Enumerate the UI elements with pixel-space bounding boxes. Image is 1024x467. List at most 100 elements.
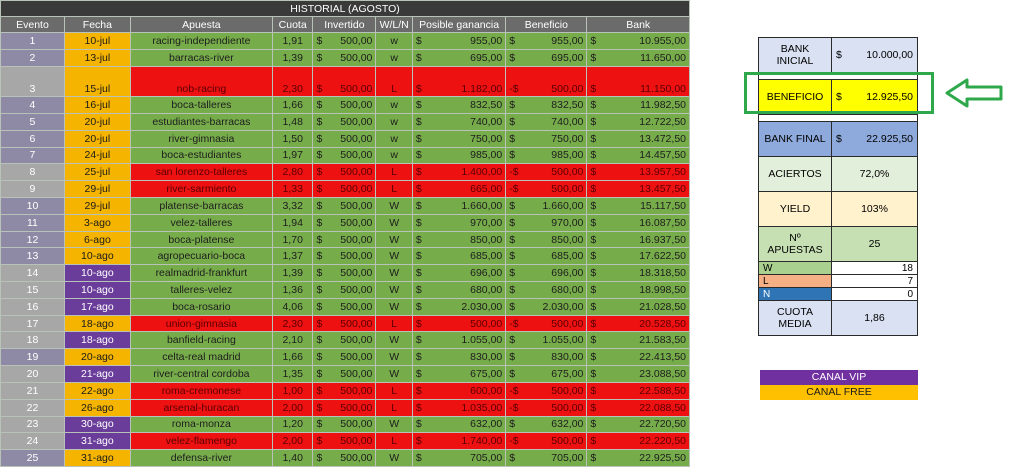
- apuesta-cell[interactable]: river-sarmiento: [129, 180, 273, 198]
- fecha-cell[interactable]: 6-ago: [63, 230, 131, 249]
- fecha-cell[interactable]: 10-jul: [63, 32, 131, 50]
- apuesta-cell[interactable]: platense-barracas: [129, 196, 273, 215]
- evento-cell[interactable]: 25: [0, 449, 65, 467]
- invertido-cell[interactable]: $500,00: [312, 48, 377, 67]
- wln-cell[interactable]: W: [375, 264, 413, 283]
- cuota-cell[interactable]: 1,91: [271, 32, 314, 50]
- beneficio-cell[interactable]: $985,00: [505, 146, 588, 165]
- apuesta-cell[interactable]: river-gimnasia: [129, 129, 273, 148]
- apuesta-cell[interactable]: san lorenzo-talleres: [129, 163, 273, 182]
- evento-cell[interactable]: 9: [0, 180, 65, 198]
- fecha-cell[interactable]: 25-jul: [63, 163, 131, 182]
- wln-cell[interactable]: L: [375, 314, 413, 333]
- beneficio-cell[interactable]: $705,00: [505, 449, 588, 467]
- table-title[interactable]: HISTORIAL (AGOSTO): [0, 0, 690, 17]
- wln-cell[interactable]: L: [375, 163, 413, 182]
- beneficio-cell[interactable]: -$ 500,00: [505, 398, 588, 417]
- wln-cell[interactable]: W: [375, 415, 413, 434]
- evento-cell[interactable]: 12: [0, 230, 65, 249]
- invertido-cell[interactable]: $500,00: [312, 96, 377, 114]
- bank-cell[interactable]: $14.457,50: [586, 146, 690, 165]
- cuota-cell[interactable]: 1,66: [271, 348, 314, 367]
- apuesta-cell[interactable]: realmadrid-frankfurt: [129, 264, 273, 283]
- bank-cell[interactable]: $16.087,50: [586, 213, 690, 232]
- invertido-cell[interactable]: $500,00: [312, 331, 377, 350]
- invertido-cell[interactable]: $500,00: [312, 129, 377, 148]
- cuota-cell[interactable]: 1,94: [271, 213, 314, 232]
- bank-cell[interactable]: $10.955,00: [586, 32, 690, 50]
- cuota-cell[interactable]: 1,97: [271, 146, 314, 165]
- wln-cell[interactable]: L: [375, 180, 413, 198]
- invertido-cell[interactable]: $500,00: [312, 398, 377, 417]
- invertido-cell[interactable]: $500,00: [312, 281, 377, 299]
- invertido-cell[interactable]: $500,00: [312, 247, 377, 266]
- fecha-cell[interactable]: 30-ago: [63, 415, 131, 434]
- column-header[interactable]: Fecha: [63, 16, 131, 33]
- w-label[interactable]: W: [758, 261, 832, 275]
- bank-cell[interactable]: $22.220,50: [586, 432, 690, 451]
- apuesta-cell[interactable]: velez-talleres: [129, 213, 273, 232]
- bank-cell[interactable]: $17.622,50: [586, 247, 690, 266]
- posible-ganancia-cell[interactable]: $685,00: [411, 247, 507, 266]
- cuota-cell[interactable]: 1,00: [271, 381, 314, 400]
- apuesta-cell[interactable]: talleres-velez: [129, 281, 273, 299]
- posible-ganancia-cell[interactable]: $1.035,00: [411, 398, 507, 417]
- apuesta-cell[interactable]: arsenal-huracan: [129, 398, 273, 417]
- column-header[interactable]: Beneficio: [505, 16, 588, 33]
- bank-cell[interactable]: $11.650,00: [586, 48, 690, 67]
- cuota-cell[interactable]: 1,33: [271, 180, 314, 198]
- evento-cell[interactable]: 2: [0, 48, 65, 67]
- cuota-cell[interactable]: 2,80: [271, 163, 314, 182]
- posible-ganancia-cell[interactable]: $696,00: [411, 264, 507, 283]
- fecha-cell[interactable]: 15-jul: [63, 65, 131, 98]
- evento-cell[interactable]: 18: [0, 331, 65, 350]
- evento-cell[interactable]: 13: [0, 247, 65, 266]
- posible-ganancia-cell[interactable]: $985,00: [411, 146, 507, 165]
- apuestas-label[interactable]: Nº APUESTAS: [758, 226, 832, 262]
- fecha-cell[interactable]: 29-jul: [63, 196, 131, 215]
- apuesta-cell[interactable]: defensa-river: [129, 449, 273, 467]
- evento-cell[interactable]: 6: [0, 129, 65, 148]
- bank-cell[interactable]: $12.722,50: [586, 112, 690, 131]
- posible-ganancia-cell[interactable]: $1.400,00: [411, 163, 507, 182]
- invertido-cell[interactable]: $500,00: [312, 415, 377, 434]
- wln-cell[interactable]: L: [375, 65, 413, 98]
- wln-cell[interactable]: W: [375, 348, 413, 367]
- posible-ganancia-cell[interactable]: $695,00: [411, 48, 507, 67]
- wln-cell[interactable]: w: [375, 146, 413, 165]
- evento-cell[interactable]: 19: [0, 348, 65, 367]
- bank-cell[interactable]: $22.088,50: [586, 398, 690, 417]
- fecha-cell[interactable]: 10-ago: [63, 281, 131, 299]
- invertido-cell[interactable]: $500,00: [312, 112, 377, 131]
- invertido-cell[interactable]: $500,00: [312, 365, 377, 383]
- evento-cell[interactable]: 22: [0, 398, 65, 417]
- beneficio-cell[interactable]: $750,00: [505, 129, 588, 148]
- apuesta-cell[interactable]: estudiantes-barracas: [129, 112, 273, 131]
- fecha-cell[interactable]: 31-ago: [63, 432, 131, 451]
- invertido-cell[interactable]: $500,00: [312, 65, 377, 98]
- apuesta-cell[interactable]: nob-racing: [129, 65, 273, 98]
- fecha-cell[interactable]: 18-ago: [63, 314, 131, 333]
- posible-ganancia-cell[interactable]: $970,00: [411, 213, 507, 232]
- cuota-cell[interactable]: 3,32: [271, 196, 314, 215]
- cuota-cell[interactable]: 1,48: [271, 112, 314, 131]
- n-label[interactable]: N: [758, 287, 832, 301]
- evento-cell[interactable]: 14: [0, 264, 65, 283]
- yield-label[interactable]: YIELD: [758, 191, 832, 227]
- invertido-cell[interactable]: $500,00: [312, 32, 377, 50]
- posible-ganancia-cell[interactable]: $500,00: [411, 314, 507, 333]
- invertido-cell[interactable]: $500,00: [312, 314, 377, 333]
- invertido-cell[interactable]: $500,00: [312, 381, 377, 400]
- invertido-cell[interactable]: $500,00: [312, 432, 377, 451]
- posible-ganancia-cell[interactable]: $600,00: [411, 381, 507, 400]
- wln-cell[interactable]: w: [375, 32, 413, 50]
- apuestas-value[interactable]: 25: [831, 226, 918, 262]
- apuesta-cell[interactable]: river-central cordoba: [129, 365, 273, 383]
- bank-inicial-value[interactable]: $10.000,00: [831, 37, 918, 73]
- cuota-cell[interactable]: 1,37: [271, 247, 314, 266]
- fecha-cell[interactable]: 22-ago: [63, 381, 131, 400]
- fecha-cell[interactable]: 29-jul: [63, 180, 131, 198]
- column-header[interactable]: Posible ganancia: [411, 16, 507, 33]
- bank-cell[interactable]: $21.583,50: [586, 331, 690, 350]
- bank-cell[interactable]: $11.150,00: [586, 65, 690, 98]
